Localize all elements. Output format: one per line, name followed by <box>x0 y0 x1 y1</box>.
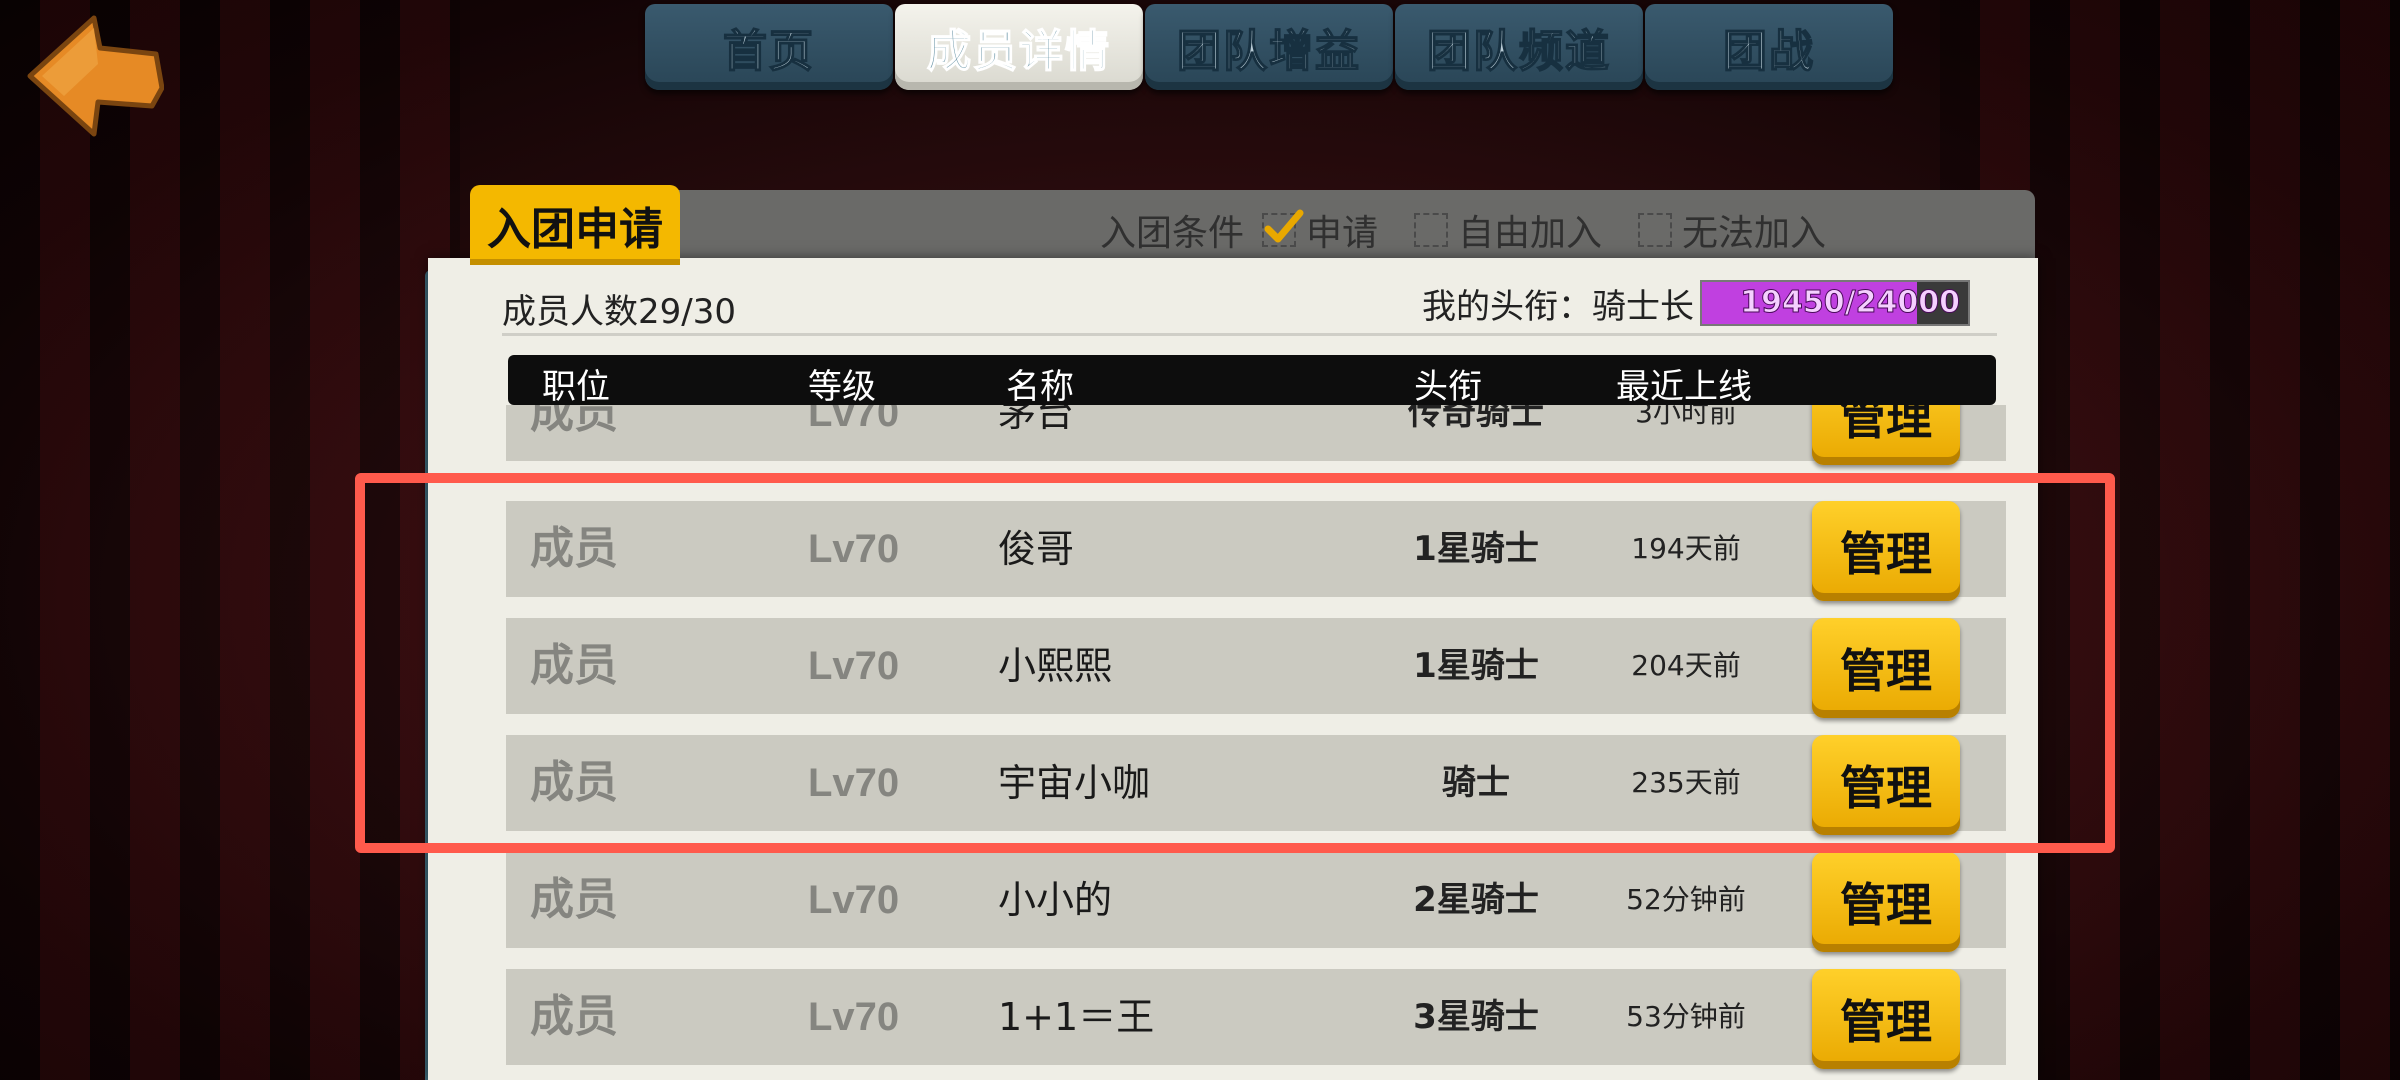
option-free-join[interactable]: 自由加入 <box>1414 204 1602 256</box>
back-arrow-icon <box>27 15 165 137</box>
table-row: 成员 Lv70 小小的 2星骑士 52分钟前 管理 <box>506 852 2006 952</box>
my-title: 我的头衔：骑士长 19450/24000 <box>1422 278 1970 328</box>
row-last-online: 3小时前 <box>1635 405 1737 429</box>
row-name: 小熙熙 <box>998 644 1113 688</box>
table-row: 成员 Lv70 茅台 传奇骑士 3小时前 管理 <box>506 405 2006 465</box>
back-button[interactable] <box>24 14 165 139</box>
curtain-left <box>0 0 460 1080</box>
row-last-online: 235天前 <box>1631 766 1741 799</box>
checkmark-icon <box>1264 209 1304 243</box>
checkbox-no-join[interactable] <box>1638 213 1673 247</box>
row-role: 成员 <box>530 991 618 1042</box>
option-free-join-label: 自由加入 <box>1458 213 1603 254</box>
option-no-join[interactable]: 无法加入 <box>1638 204 1826 256</box>
row-last-online: 194天前 <box>1631 532 1741 565</box>
manage-button[interactable]: 管理 <box>1812 852 1960 952</box>
xp-progress-bar: 19450/24000 <box>1700 280 1970 326</box>
row-last-online: 53分钟前 <box>1626 1000 1746 1033</box>
join-conditions: 入团条件 申请 自由加入 无法加入 <box>1100 205 1826 255</box>
manage-button[interactable]: 管理 <box>1812 618 1960 718</box>
row-role: 成员 <box>530 640 618 691</box>
row-name: 小小的 <box>998 878 1113 922</box>
manage-button[interactable]: 管理 <box>1812 405 1960 465</box>
join-conditions-label: 入团条件 <box>1100 213 1245 254</box>
checkbox-free-join[interactable] <box>1414 213 1449 247</box>
option-apply[interactable]: 申请 <box>1262 204 1378 256</box>
tab-team-buffs[interactable]: 团队增益 <box>1145 4 1393 90</box>
tab-home[interactable]: 首页 <box>645 4 893 90</box>
header-name: 名称 <box>1006 367 1074 407</box>
row-last-online: 204天前 <box>1631 649 1741 682</box>
my-title-label: 我的头衔：骑士长 <box>1422 286 1694 327</box>
member-count: 成员人数29/30 <box>502 292 736 332</box>
member-list[interactable]: 成员 Lv70 茅台 传奇骑士 3小时前 管理 成员 Lv70 俊哥 1星骑士 194天前 管理 成员 L… <box>506 405 2006 1080</box>
tab-team-channel[interactable]: 团队频道 <box>1395 4 1643 90</box>
row-role: 成员 <box>530 523 618 574</box>
row-name: 宇宙小咖 <box>998 761 1151 805</box>
row-role: 成员 <box>530 874 618 925</box>
row-level: Lv70 <box>808 527 900 571</box>
divider <box>502 333 1997 336</box>
header-title: 头衔 <box>1414 367 1482 407</box>
table-row: 成员 Lv70 1+1＝王 3星骑士 53分钟前 管理 <box>506 969 2006 1069</box>
table-header: 职位 等级 名称 头衔 最近上线 <box>508 355 1996 407</box>
manage-button[interactable]: 管理 <box>1812 735 1960 835</box>
option-no-join-label: 无法加入 <box>1682 213 1827 254</box>
row-level: Lv70 <box>808 405 900 435</box>
tab-member-details[interactable]: 成员详情 <box>895 4 1143 90</box>
tab-bar: 首页 成员详情 团队增益 团队频道 团战 <box>645 4 1895 90</box>
row-name: 俊哥 <box>998 527 1075 571</box>
row-last-online: 52分钟前 <box>1626 883 1746 916</box>
table-row: 成员 Lv70 俊哥 1星骑士 194天前 管理 <box>506 501 2006 601</box>
row-role: 成员 <box>530 757 618 808</box>
table-row: 成员 Lv70 小熙熙 1星骑士 204天前 管理 <box>506 618 2006 718</box>
xp-value: 19450/24000 <box>1740 285 1961 321</box>
manage-button[interactable]: 管理 <box>1812 501 1960 601</box>
header-level: 等级 <box>808 367 876 407</box>
row-name: 1+1＝王 <box>998 995 1155 1039</box>
row-role: 成员 <box>530 405 618 438</box>
option-apply-label: 申请 <box>1306 213 1379 254</box>
checkbox-apply[interactable] <box>1262 209 1304 247</box>
tab-team-battle[interactable]: 团战 <box>1645 4 1893 90</box>
row-level: Lv70 <box>808 995 900 1039</box>
row-level: Lv70 <box>808 761 900 805</box>
join-requests-tab[interactable]: 入团申请 <box>470 185 680 265</box>
header-last-online: 最近上线 <box>1616 367 1752 407</box>
row-name: 茅台 <box>998 405 1075 435</box>
row-level: Lv70 <box>808 644 900 688</box>
header-role: 职位 <box>542 367 610 407</box>
table-row: 成员 Lv70 宇宙小咖 骑士 235天前 管理 <box>506 735 2006 835</box>
manage-button[interactable]: 管理 <box>1812 969 1960 1069</box>
row-level: Lv70 <box>808 878 900 922</box>
